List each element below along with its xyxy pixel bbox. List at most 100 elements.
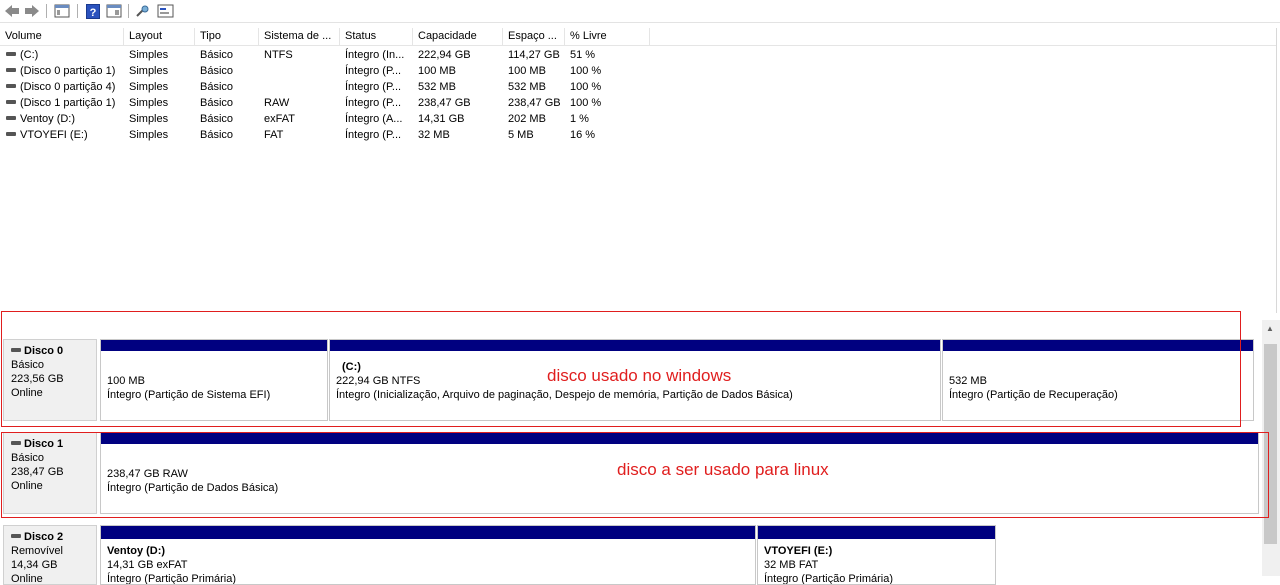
status-cell: Íntegro (P... <box>345 97 402 109</box>
partition-vtoyefi[interactable]: VTOYEFI (E:) 32 MB FAT Íntegro (Partição… <box>757 525 996 585</box>
partition-status: Íntegro (Partição Primária) <box>107 573 236 585</box>
partition-bar <box>101 526 755 539</box>
filesystem-cell: RAW <box>264 97 290 109</box>
table-row[interactable]: (Disco 0 partição 1) Simples Básico Ínte… <box>0 63 660 79</box>
disk-view-icon[interactable] <box>156 3 174 19</box>
table-row[interactable]: (Disco 0 partição 4) Simples Básico Ínte… <box>0 79 660 95</box>
disk-icon <box>6 132 16 137</box>
filesystem-cell <box>264 63 340 79</box>
type-cell: Básico <box>200 49 234 61</box>
layout-cell: Simples <box>129 81 169 93</box>
layout-cell: Simples <box>129 97 169 109</box>
disk-size: 14,34 GB <box>11 559 58 571</box>
table-row[interactable]: (C:) Simples Básico NTFS Íntegro (In... … <box>0 47 660 63</box>
capacity-cell: 238,47 GB <box>418 97 471 109</box>
type-cell: Básico <box>200 129 234 141</box>
console-tree-icon[interactable] <box>54 3 70 19</box>
layout-cell: Simples <box>129 129 169 141</box>
filesystem-cell: NTFS <box>264 49 293 61</box>
disk-type: Removível <box>11 545 63 557</box>
column-header-status[interactable]: Status <box>340 28 413 45</box>
scroll-up-icon[interactable]: ▲ <box>1266 324 1274 333</box>
volume-list-header: Volume Layout Tipo Sistema de ... Status… <box>0 28 1276 46</box>
volume-name: (Disco 1 partição 1) <box>20 97 116 109</box>
connect-icon[interactable] <box>135 3 151 19</box>
table-row[interactable]: Ventoy (D:) Simples Básico exFAT Íntegro… <box>0 111 660 127</box>
percent-free-cell: 100 % <box>570 81 602 93</box>
toolbar-separator <box>46 4 47 18</box>
disk-icon <box>11 534 21 539</box>
disk-label-disco-2[interactable]: Disco 2 Removível 14,34 GB Online <box>3 525 97 585</box>
status-cell: Íntegro (A... <box>345 113 403 125</box>
partition-title: Ventoy (D:) <box>107 545 166 557</box>
volume-name: (Disco 0 partição 4) <box>20 81 116 93</box>
column-header-free-space[interactable]: Espaço ... <box>503 28 565 45</box>
table-row[interactable]: VTOYEFI (E:) Simples Básico FAT Íntegro … <box>0 127 660 143</box>
column-header-tipo[interactable]: Tipo <box>195 28 259 45</box>
partition-size: 14,31 GB exFAT <box>107 559 188 571</box>
column-header-capacity[interactable]: Capacidade <box>413 28 503 45</box>
layout-cell: Simples <box>129 65 169 77</box>
layout-cell: Simples <box>129 49 169 61</box>
column-header-volume[interactable]: Volume <box>0 28 124 45</box>
type-cell: Básico <box>200 97 234 109</box>
percent-free-cell: 100 % <box>570 65 602 77</box>
partition-title: VTOYEFI (E:) <box>764 545 833 557</box>
free-space-cell: 114,27 GB <box>508 49 560 61</box>
column-header-percent-free[interactable]: % Livre <box>565 28 650 45</box>
capacity-cell: 100 MB <box>418 65 456 77</box>
percent-free-cell: 16 % <box>570 129 596 141</box>
filesystem-cell: FAT <box>264 129 284 141</box>
capacity-cell: 532 MB <box>418 81 456 93</box>
partition-ventoy[interactable]: Ventoy (D:) 14,31 GB exFAT Íntegro (Part… <box>100 525 756 585</box>
status-cell: Íntegro (In... <box>345 49 405 61</box>
toolbar: ? <box>0 0 1280 23</box>
help-icon[interactable]: ? <box>85 3 101 19</box>
volume-name: VTOYEFI (E:) <box>20 129 88 141</box>
table-row[interactable]: (Disco 1 partição 1) Simples Básico RAW … <box>0 95 660 111</box>
toolbar-separator <box>128 4 129 18</box>
toolbar-separator <box>77 4 78 18</box>
disk-icon <box>6 68 16 73</box>
status-cell: Íntegro (P... <box>345 65 402 77</box>
volume-name: (Disco 0 partição 1) <box>20 65 116 77</box>
disk-icon <box>6 52 16 57</box>
filesystem-cell <box>264 79 340 95</box>
free-space-cell: 5 MB <box>508 129 534 141</box>
disk-icon <box>6 100 16 105</box>
percent-free-cell: 1 % <box>570 113 589 125</box>
type-cell: Básico <box>200 81 234 93</box>
capacity-cell: 14,31 GB <box>418 113 465 125</box>
disk-state: Online <box>11 573 43 585</box>
type-cell: Básico <box>200 113 234 125</box>
capacity-cell: 222,94 GB <box>418 49 471 61</box>
disk-name: Disco 2 <box>24 531 64 543</box>
volume-name: (C:) <box>20 49 39 61</box>
filesystem-cell: exFAT <box>264 113 295 125</box>
type-cell: Básico <box>200 65 234 77</box>
column-header-layout[interactable]: Layout <box>124 28 195 45</box>
svg-text:?: ? <box>90 7 97 19</box>
percent-free-cell: 100 % <box>570 97 602 109</box>
status-cell: Íntegro (P... <box>345 129 402 141</box>
partition-size: 32 MB FAT <box>764 559 819 571</box>
volume-list: Volume Layout Tipo Sistema de ... Status… <box>0 28 1277 313</box>
layout-cell: Simples <box>129 113 169 125</box>
percent-free-cell: 51 % <box>570 49 596 61</box>
disk-icon <box>6 116 16 121</box>
back-arrow-icon[interactable] <box>4 3 20 19</box>
disk-icon <box>6 84 16 89</box>
annotation-text-disco-1: disco a ser usado para linux <box>617 460 829 479</box>
free-space-cell: 238,47 GB <box>508 97 561 109</box>
capacity-cell: 32 MB <box>418 129 450 141</box>
partition-status: Íntegro (Partição Primária) <box>764 573 893 585</box>
free-space-cell: 100 MB <box>508 65 546 77</box>
status-cell: Íntegro (P... <box>345 81 402 93</box>
column-header-filesystem[interactable]: Sistema de ... <box>259 28 340 45</box>
volume-name: Ventoy (D:) <box>20 113 76 125</box>
annotation-text-disco-0: disco usado no windows <box>547 366 732 385</box>
properties-icon[interactable] <box>106 3 122 19</box>
forward-arrow-icon[interactable] <box>24 3 40 19</box>
free-space-cell: 532 MB <box>508 81 546 93</box>
free-space-cell: 202 MB <box>508 113 546 125</box>
